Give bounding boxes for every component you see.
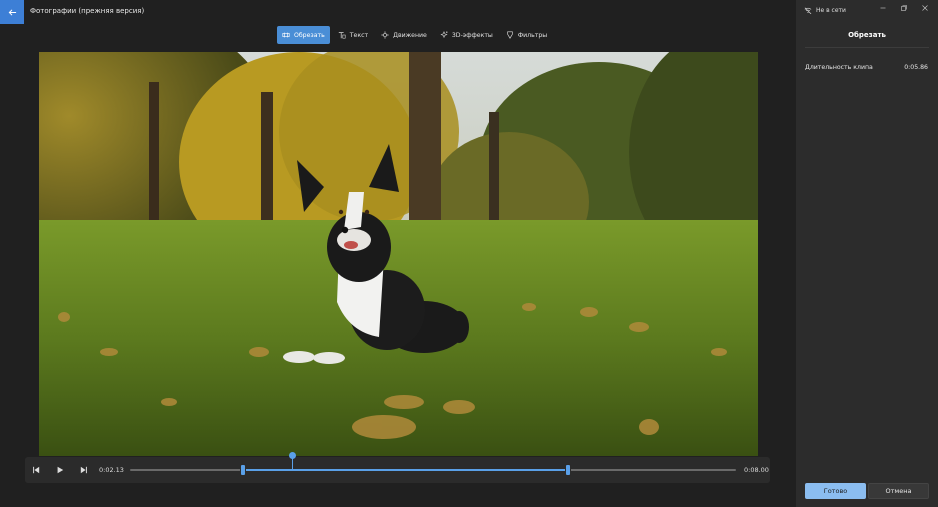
tab-text[interactable]: Текст — [333, 26, 373, 44]
minimize-button[interactable] — [876, 3, 890, 13]
network-status-label: Не в сети — [816, 7, 846, 14]
tab-text-label: Текст — [349, 31, 369, 39]
trim-range — [243, 469, 568, 471]
app-title: Фотографии (прежняя версия) — [30, 7, 145, 15]
trim-end-handle[interactable] — [565, 464, 571, 476]
trim-panel — [796, 0, 938, 507]
minimize-icon — [880, 7, 886, 9]
tab-filters-label: Фильтры — [517, 31, 548, 39]
tab-3d-effects-label: 3D-эффекты — [451, 31, 493, 39]
close-icon — [922, 5, 928, 11]
video-preview — [39, 52, 758, 456]
step-forward-button[interactable] — [79, 465, 89, 475]
tab-filters[interactable]: Фильтры — [501, 26, 552, 44]
edit-toolbar: Обрезать Текст Движение 3D-эффекты Фильт… — [277, 26, 555, 44]
tab-3d-effects[interactable]: 3D-эффекты — [435, 26, 498, 44]
network-status: Не в сети — [804, 7, 846, 14]
maximize-button[interactable] — [897, 3, 911, 13]
playhead-handle[interactable] — [289, 452, 296, 459]
tab-trim[interactable]: Обрезать — [277, 26, 330, 44]
tab-trim-label: Обрезать — [294, 31, 325, 39]
done-button[interactable]: Готово — [805, 483, 866, 499]
back-button[interactable] — [0, 0, 24, 24]
panel-title: Обрезать — [848, 31, 886, 39]
playback-bar: 0:02.13 0:08.00 — [25, 452, 770, 483]
text-icon — [338, 32, 346, 39]
offline-icon — [804, 7, 812, 14]
motion-icon — [381, 31, 389, 39]
play-button[interactable] — [55, 465, 65, 475]
play-icon — [57, 466, 64, 474]
3d-effects-icon — [440, 31, 448, 39]
trim-start-handle[interactable] — [240, 464, 246, 476]
photo-preview-dog-on-grass — [39, 52, 758, 456]
trim-icon — [282, 32, 290, 38]
end-time: 0:08.00 — [744, 466, 769, 474]
arrow-left-icon — [8, 8, 16, 16]
filters-icon — [507, 31, 513, 39]
step-back-icon — [33, 466, 40, 474]
tab-motion[interactable]: Движение — [376, 26, 432, 44]
clip-length-value: 0:05.86 — [904, 64, 928, 71]
close-button[interactable] — [918, 3, 932, 13]
tab-motion-label: Движение — [393, 31, 427, 39]
photos-app-window: Фотографии (прежняя версия) Обрезать Тек… — [0, 0, 938, 507]
panel-divider — [805, 47, 929, 48]
step-back-button[interactable] — [31, 465, 41, 475]
restore-icon — [901, 5, 907, 11]
current-time: 0:02.13 — [99, 466, 124, 474]
clip-length-label: Длительность клипа — [805, 64, 873, 71]
step-forward-icon — [80, 466, 87, 474]
cancel-button[interactable]: Отмена — [868, 483, 929, 499]
